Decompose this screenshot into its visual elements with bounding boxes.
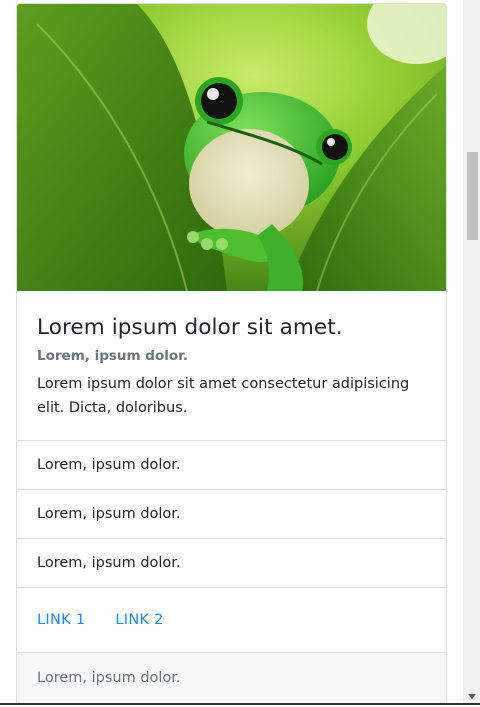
scroll-down-arrow-icon[interactable] <box>468 694 476 699</box>
page-viewport: Lorem ipsum dolor sit amet. Lorem, ipsum… <box>0 0 463 703</box>
card-body: Lorem ipsum dolor sit amet. Lorem, ipsum… <box>17 291 446 441</box>
card-links: LINK 1 LINK 2 <box>17 588 446 653</box>
card-text: Lorem ipsum dolor sit amet consectetur a… <box>37 376 410 416</box>
card-title: Lorem ipsum dolor sit amet. <box>37 315 343 340</box>
card: Lorem ipsum dolor sit amet. Lorem, ipsum… <box>16 3 447 703</box>
card-list: Lorem, ipsum dolor. Lorem, ipsum dolor. … <box>17 441 446 588</box>
card-link-1[interactable]: LINK 1 <box>37 612 85 628</box>
list-item: Lorem, ipsum dolor. <box>17 441 446 490</box>
card-footer: Lorem, ipsum dolor. <box>17 653 446 703</box>
list-item: Lorem, ipsum dolor. <box>17 490 446 539</box>
vertical-scrollbar[interactable] <box>463 0 480 703</box>
card-link-2[interactable]: LINK 2 <box>115 612 163 628</box>
window-bottom-edge <box>0 703 480 707</box>
card-subtitle: Lorem, ipsum dolor. <box>37 348 188 364</box>
scrollbar-thumb[interactable] <box>467 152 478 240</box>
list-item: Lorem, ipsum dolor. <box>17 539 446 588</box>
card-image-frog <box>17 4 446 291</box>
